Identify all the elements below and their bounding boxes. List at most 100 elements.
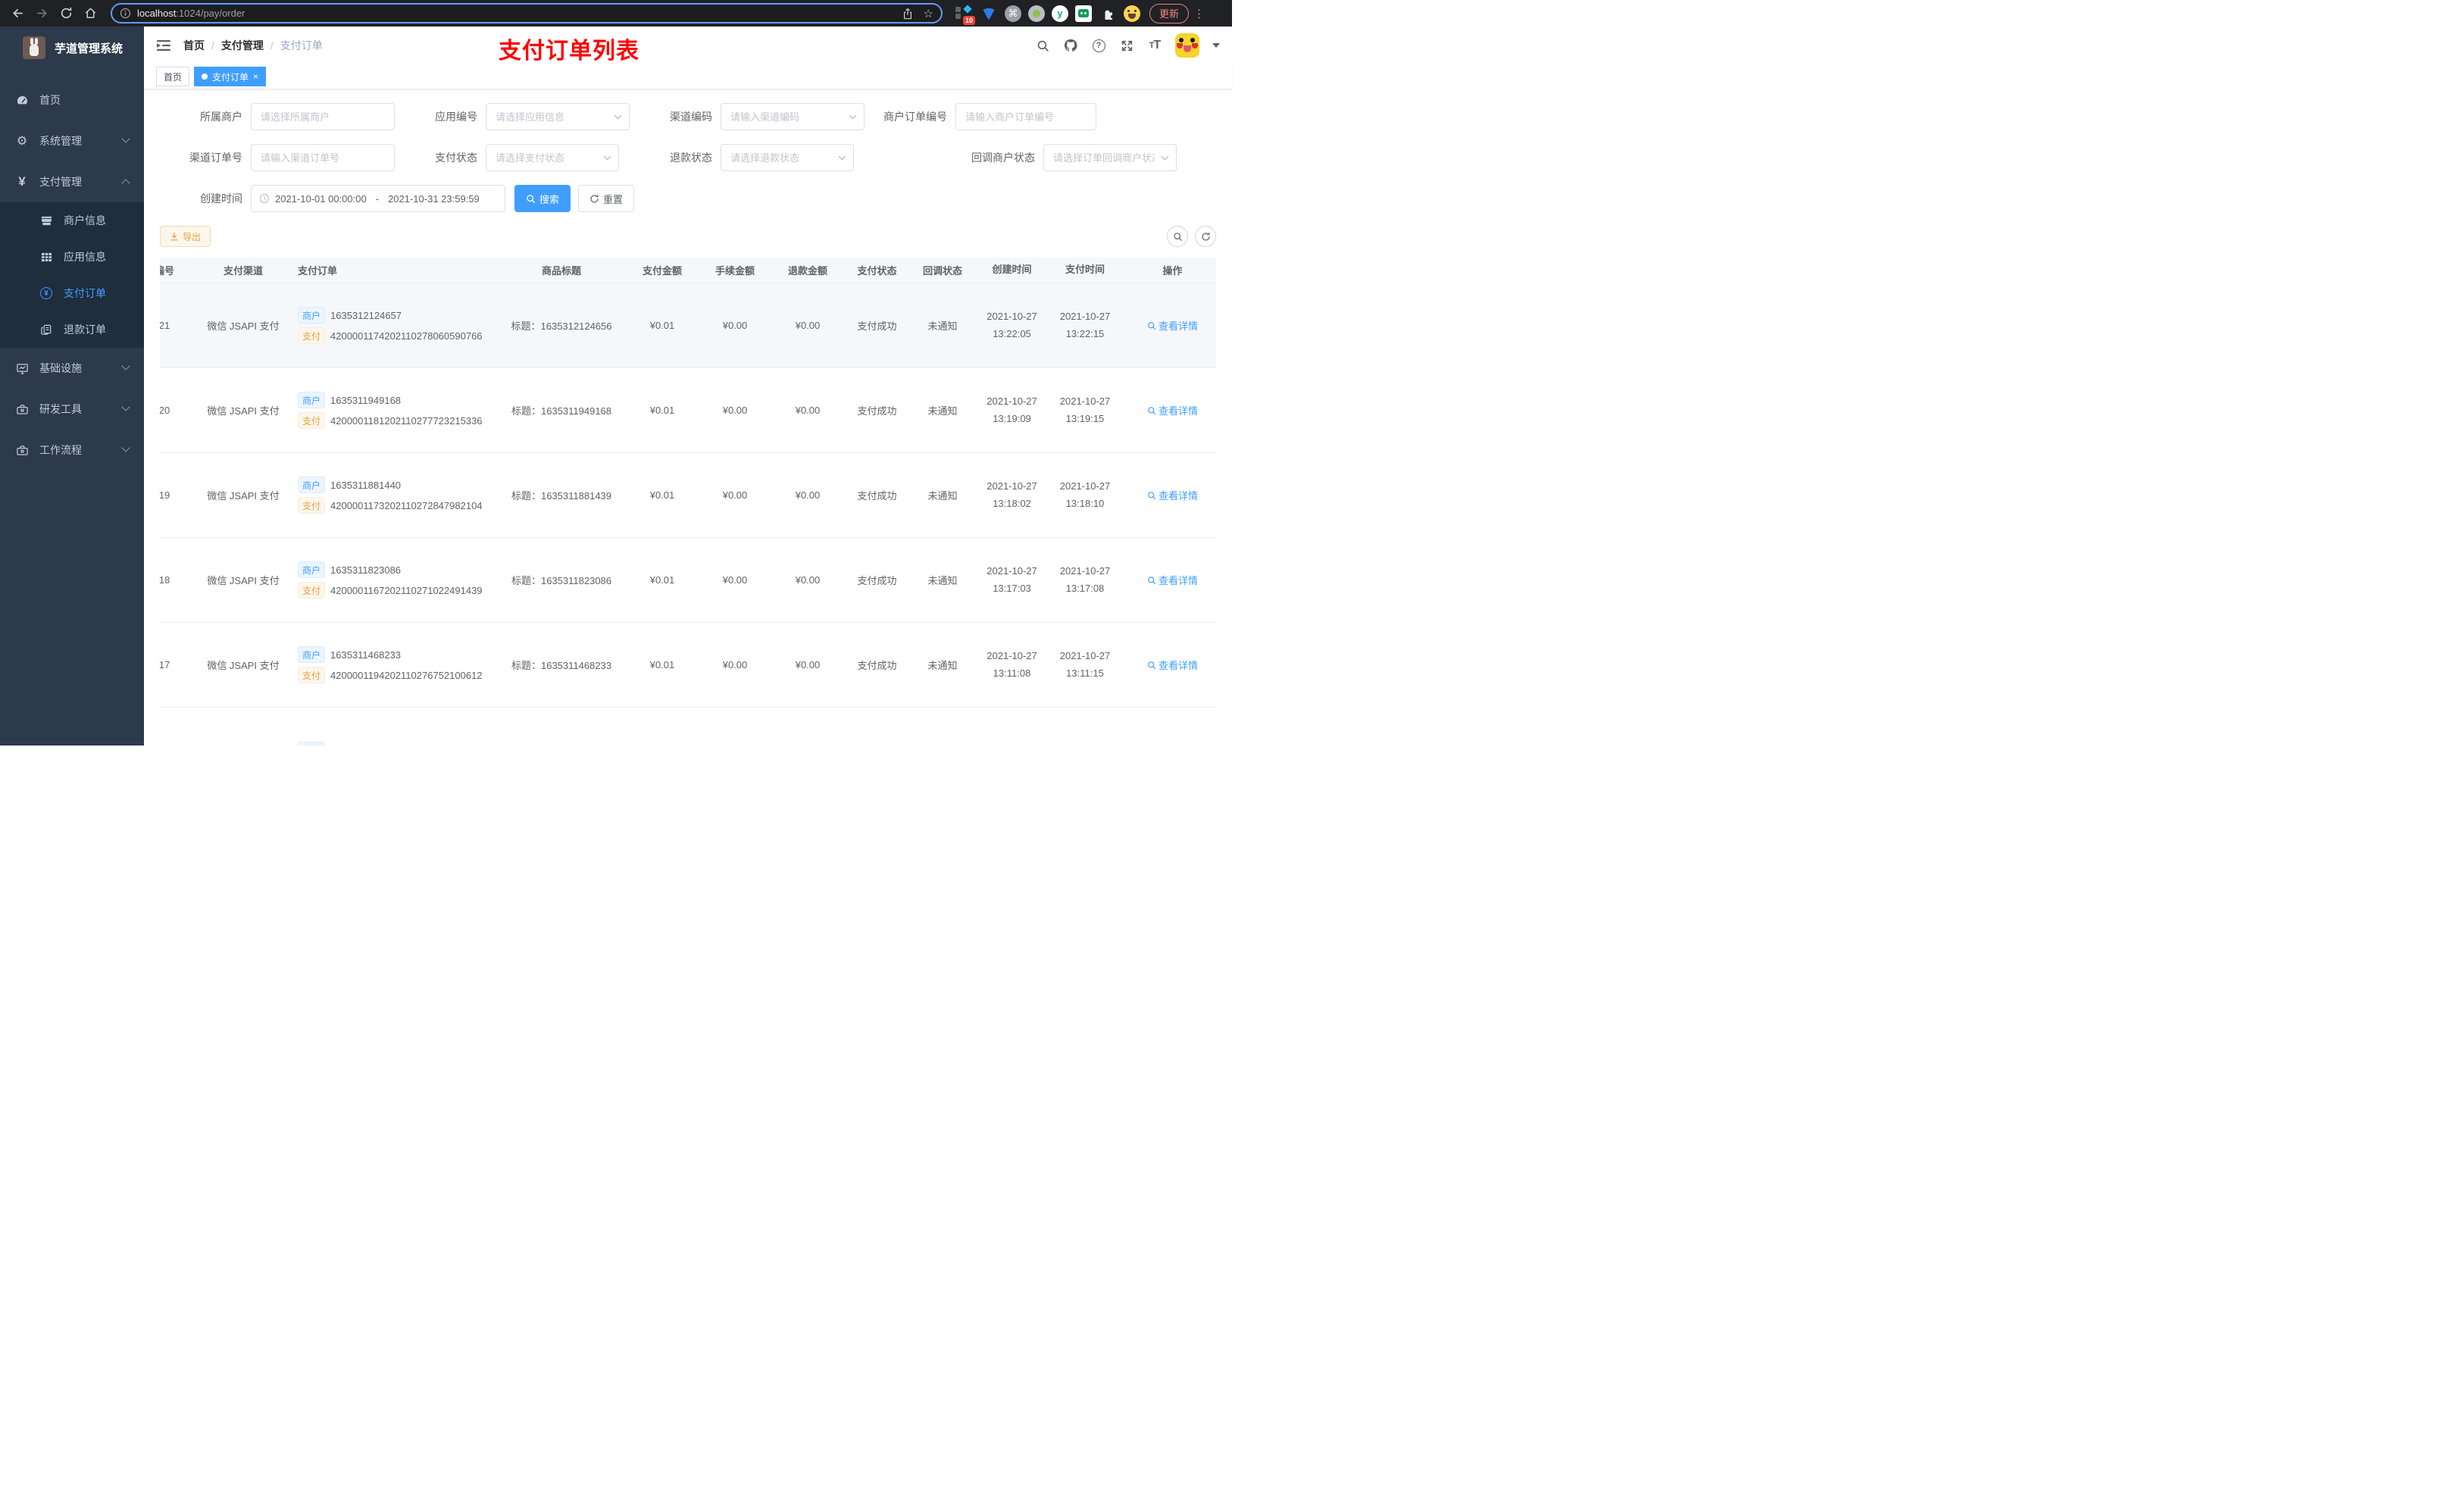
pay-status-select[interactable] [486,144,619,171]
view-detail-link[interactable]: 查看详情 [1147,318,1198,333]
goods-title: 标题：1635311468233 [511,660,612,671]
table-row: 18 微信 JSAPI 支付 商户 1635311823086 支付 4200001… [160,538,1216,623]
date-start: 2021-10-01 00:00:00 [275,192,367,205]
pay-tag: 支付 [298,497,326,514]
view-detail-link[interactable]: 查看详情 [1147,573,1198,587]
merchant-tag: 商户 [298,646,326,663]
fullscreen-icon[interactable] [1119,38,1134,53]
user-avatar[interactable] [1175,33,1199,58]
tag-pay-order[interactable]: 支付订单 × [194,67,267,86]
channel-code-select[interactable] [721,103,865,130]
browser-reload-icon[interactable] [56,4,76,23]
merchant-tag: 商户 [298,392,326,408]
chevron-down-icon [121,134,130,143]
sidebar-item-infrastructure[interactable]: 基础设施 [0,348,144,389]
chevron-down-icon [121,443,130,452]
sidebar-item-dev-tools[interactable]: 研发工具 [0,389,144,430]
field-label: 应用编号 [435,111,477,123]
fee-amount: ¥0.00 [722,659,748,670]
sidebar-item-refund-order[interactable]: 退款订单 [0,311,144,348]
merchant-tag: 商户 [298,477,326,493]
sidebar-item-app-info[interactable]: 应用信息 [0,239,144,275]
app-logo-row[interactable]: 芋道管理系统 [0,27,144,69]
browser-update-button[interactable]: 更新 [1149,3,1190,23]
view-detail-link[interactable]: 查看详情 [1147,403,1198,417]
merchant-order-no-input[interactable] [955,103,1096,130]
command-extension-icon[interactable]: ⌘ [1005,5,1021,22]
export-button[interactable]: 导出 [160,226,211,247]
pay-amount: ¥0.01 [649,489,675,501]
reset-button[interactable]: 重置 [578,185,635,212]
pay-status: 支付成功 [857,575,897,586]
merchant-order-no: 1635311823086 [330,564,402,576]
col-header: 商品标题 [541,265,581,277]
dashboard-icon [15,93,29,107]
address-bar[interactable]: localhost:1024/pay/order ☆ [111,3,943,23]
font-size-icon[interactable]: TT [1147,38,1162,53]
goods-title: 标题：1635311823086 [511,575,612,586]
paraglider-extension-icon[interactable] [980,5,998,23]
tag-home[interactable]: 首页 [156,67,190,86]
browser-menu-icon[interactable]: ⋮ [1193,7,1205,20]
navbar: 首页 / 支付管理 / 支付订单 支付订单列表 ? TT [144,27,1232,64]
bookmark-star-icon[interactable]: ☆ [924,7,933,20]
table-row-partial: 商户 1635311251796 [160,708,1216,746]
view-detail-link[interactable]: 查看详情 [1147,658,1198,672]
filter-row-3: 创建时间 2021-10-01 00:00:00 - 2021-10-31 23… [160,185,1216,212]
sidebar-item-merchant-info[interactable]: 商户信息 [0,202,144,239]
app-title: 芋道管理系统 [55,42,124,55]
breadcrumb-pay-manage[interactable]: 支付管理 [221,38,264,53]
sidebar-item-workflow[interactable]: 工作流程 [0,430,144,470]
chevron-down-icon [121,402,130,411]
browser-back-icon[interactable] [8,4,27,23]
browser-home-icon[interactable] [80,4,100,23]
notify-status-select[interactable] [1043,144,1177,171]
merchant-input[interactable] [251,103,395,130]
sidebar-item-label: 工作流程 [39,444,82,456]
emoji-extension-icon[interactable] [1124,5,1140,22]
yuque-extension-icon[interactable]: y [1052,5,1068,22]
merchant-order-no: 1635311949168 [330,394,402,406]
date-range-picker[interactable]: 2021-10-01 00:00:00 - 2021-10-31 23:59:5… [251,185,505,212]
breadcrumb-home[interactable]: 首页 [183,38,205,53]
site-info-icon[interactable] [120,8,131,19]
close-icon[interactable]: × [253,71,258,82]
table-row: 19 微信 JSAPI 支付 商户 1635311881440 支付 4200001… [160,453,1216,538]
sidebar-item-label: 支付管理 [39,176,82,188]
app-select[interactable] [486,103,630,130]
recorder-extension-icon[interactable] [1028,5,1045,22]
refund-status-select[interactable] [721,144,854,171]
search-button[interactable]: 搜索 [514,185,571,212]
sidebar-item-payment[interactable]: ¥ 支付管理 [0,161,144,202]
toggle-search-button[interactable] [1167,226,1188,247]
channel-order-no-input[interactable] [251,144,395,171]
channel-pay-no: 4200001181202110277723215336 [330,414,483,427]
search-icon[interactable] [1035,38,1050,53]
sidebar-item-system[interactable]: ⚙ 系统管理 [0,120,144,161]
pay-status: 支付成功 [857,405,897,417]
sidebar-item-pay-order[interactable]: ¥ 支付订单 [0,275,144,311]
sidebar-item-home[interactable]: 首页 [0,80,144,120]
yen-circle-icon: ¥ [39,286,53,300]
notify-status: 未通知 [927,660,958,671]
search-label: 搜索 [539,193,560,205]
share-icon[interactable] [902,8,913,20]
sidebar: 芋道管理系统 首页 ⚙ 系统管理 ¥ 支付管理 商户信息 应用信息 ¥ 支付订单… [0,27,144,746]
pay-tag: 支付 [298,412,326,429]
puzzle-extension-icon[interactable] [1099,5,1117,23]
channel-pay-no: 4200001194202110276752100612 [330,669,483,681]
view-detail-link[interactable]: 查看详情 [1147,488,1198,502]
user-menu-caret-icon[interactable] [1212,43,1220,48]
refresh-button[interactable] [1195,226,1216,247]
sidebar-collapse-icon[interactable] [156,38,171,53]
chat-extension-icon[interactable] [1075,5,1092,22]
github-icon[interactable] [1063,38,1078,53]
field-label: 创建时间 [200,192,242,205]
help-icon[interactable]: ? [1091,38,1106,53]
pay-order-cell: 商户 1635311823086 支付 4200001167202110271022… [295,558,497,602]
merchant-order-no: 1635312124657 [330,309,402,321]
tag-label: 支付订单 [212,71,249,83]
browser-forward-icon[interactable] [32,4,52,23]
extension-manager-icon[interactable]: 10 [955,4,975,25]
merchant-order-no: 1635311251796 [330,744,401,746]
